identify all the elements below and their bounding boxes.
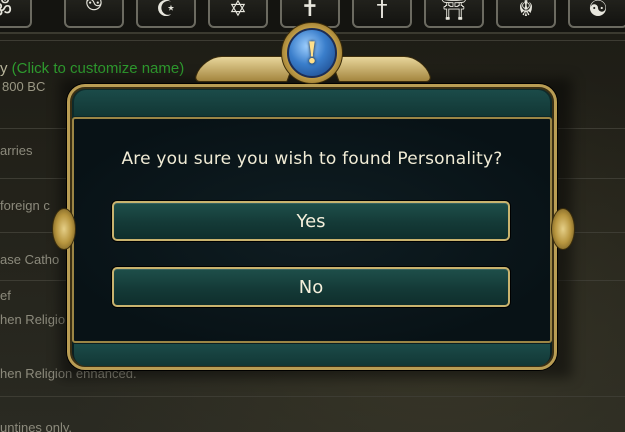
belief-row: untines only. <box>0 420 73 432</box>
belief-row: hen Religio <box>0 312 66 327</box>
dialog-top-band <box>74 90 550 116</box>
religion-name-title[interactable]: y (Click to customize name) <box>0 60 184 77</box>
orthodoxy-icon[interactable]: † <box>352 0 412 28</box>
religion-name-text: y <box>0 60 8 77</box>
judaism-icon[interactable]: ✡ <box>208 0 268 28</box>
no-button[interactable]: No <box>112 267 510 307</box>
hinduism-icon[interactable]: ॐ <box>0 0 32 28</box>
divider <box>0 396 625 397</box>
dialog-question: Are you sure you wish to found Personali… <box>121 149 503 169</box>
yes-button-label: Yes <box>296 210 326 232</box>
frame-wing-right <box>329 56 433 82</box>
islam-icon[interactable]: ☪ <box>136 0 196 28</box>
belief-row: foreign c <box>0 198 50 213</box>
belief-row: ase Catho <box>0 252 60 267</box>
frame-ornament-right <box>551 208 575 250</box>
no-button-label: No <box>298 276 324 298</box>
belief-row: arries <box>0 143 33 158</box>
shinto-icon[interactable]: ⛩ <box>424 0 484 28</box>
frame-ornament-left <box>52 208 76 250</box>
exclamation-icon: ! <box>287 28 337 78</box>
belief-row: ef <box>0 288 11 303</box>
alert-medallion: ! <box>281 22 343 84</box>
buddhism-icon[interactable]: ࿊ <box>64 0 124 28</box>
customize-name-link[interactable]: (Click to customize name) <box>12 60 185 77</box>
sikhism-icon[interactable]: ☬ <box>496 0 556 28</box>
founding-date: 800 BC <box>2 79 46 94</box>
taoism-icon[interactable]: ☯ <box>568 0 625 28</box>
yes-button[interactable]: Yes <box>112 201 510 241</box>
dialog-bottom-band <box>74 344 550 366</box>
